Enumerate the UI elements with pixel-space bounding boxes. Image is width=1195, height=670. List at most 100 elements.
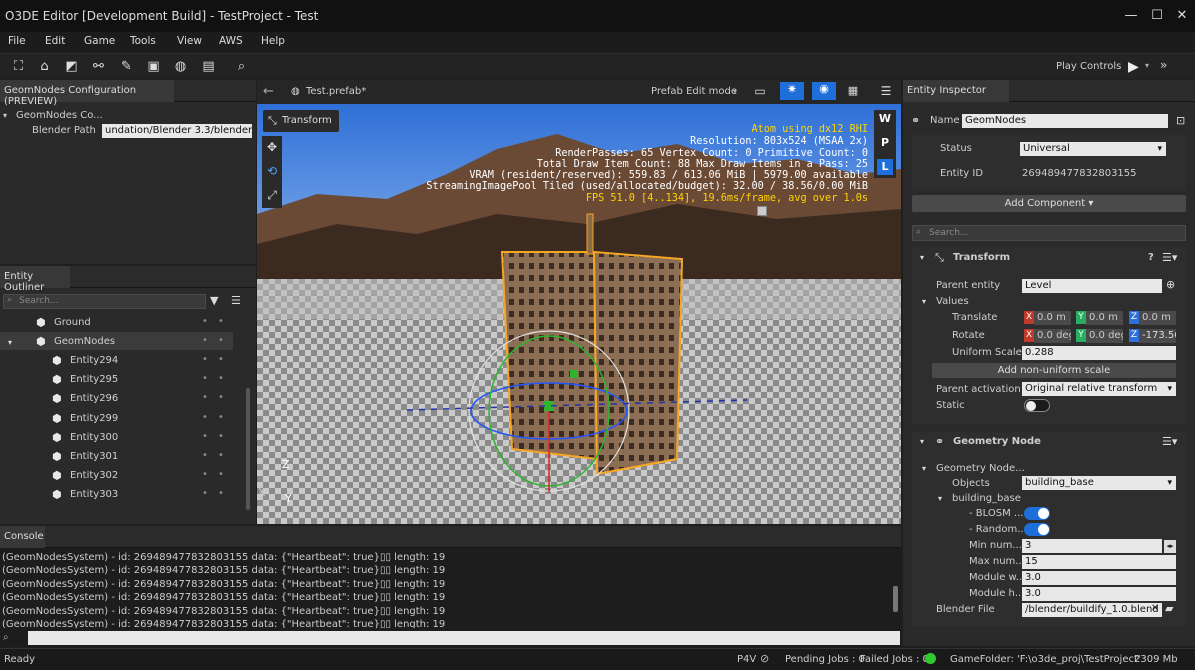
lock-dot-icon[interactable]: • [218,354,224,365]
menu-aws[interactable]: AWS [219,35,243,47]
objects-dropdown[interactable]: building_base [1022,476,1176,490]
back-arrow-icon[interactable]: ← [263,84,274,99]
help-icon[interactable]: ? [1148,252,1154,263]
outliner-menu-icon[interactable]: ☰ [231,294,241,307]
lock-dot-icon[interactable]: • [218,431,224,442]
menu-tools[interactable]: Tools [130,35,156,47]
lock-icon[interactable]: ⌂ [36,58,53,75]
visibility-dot-icon[interactable]: • [202,469,208,480]
menu-game[interactable]: Game [84,35,115,47]
visibility-dot-icon[interactable]: • [202,412,208,423]
translate-y-input[interactable]: 0.0 m [1086,311,1123,325]
rotate-y-input[interactable]: 0.0 deg [1086,329,1123,343]
lock-dot-icon[interactable]: • [218,373,224,384]
visibility-dot-icon[interactable]: • [202,392,208,403]
outliner-item-label[interactable]: Entity300 [70,432,118,443]
visibility-dot-icon[interactable]: • [202,431,208,442]
viewport-menu-icon[interactable]: ☰ [876,84,896,98]
blosm-toggle[interactable] [1024,507,1050,520]
menu-help[interactable]: Help [261,35,285,47]
camera-icon[interactable]: ▭ [750,84,770,98]
module-height-input[interactable]: 3.0 [1022,587,1176,601]
lock-dot-icon[interactable]: • [218,316,224,327]
blender-path-input[interactable]: undation/Blender 3.3/blender.exe [102,124,252,138]
visibility-dot-icon[interactable]: • [202,354,208,365]
visibility-dot-icon[interactable]: • [202,335,208,346]
outliner-item-label[interactable]: Entity294 [70,355,118,366]
visibility-dot-icon[interactable]: • [202,373,208,384]
world-space-button[interactable]: W [874,112,896,125]
component-menu-icon[interactable]: ☰▾ [1162,251,1177,264]
transform-mode-button[interactable]: ⤡ Transform [263,110,339,132]
console-command-input[interactable] [28,631,900,645]
filter-icon[interactable]: ▼ [210,294,218,307]
outliner-item-label[interactable]: Ground [54,317,91,328]
prefab-mode-dropdown[interactable]: Prefab Edit mode [651,86,737,97]
prefab-name[interactable]: Test.prefab* [306,86,366,97]
add-component-button[interactable]: Add Component ▾ [912,195,1186,212]
clear-icon[interactable]: ✕ [1151,603,1159,614]
component-search-input[interactable]: ⌕ Search... [912,225,1186,241]
layout-icon[interactable]: ▤ [200,58,217,75]
move-icon[interactable]: ⛶ [10,58,27,75]
overflow-icon[interactable]: » [1160,58,1167,72]
gear-icon[interactable]: ✷ [780,82,804,100]
lock-dot-icon[interactable]: • [218,335,224,346]
close-icon[interactable]: ✕ [1172,8,1192,23]
random-toggle[interactable] [1024,523,1050,536]
outliner-item-label[interactable]: Entity295 [70,374,118,385]
outliner-item-label[interactable]: Entity303 [70,489,118,500]
min-num-input[interactable]: 3 [1022,539,1162,553]
lock-dot-icon[interactable]: • [218,450,224,461]
outliner-search-input[interactable]: ⌕ Search... [3,294,206,309]
parent-entity-input[interactable]: Level [1022,279,1162,293]
console-scrollbar[interactable] [893,586,898,612]
entity-name-input[interactable]: GeomNodes [962,114,1168,128]
scale-gizmo-icon[interactable]: ⤢ [264,188,280,203]
parent-space-button[interactable]: P [874,136,896,149]
visibility-icon[interactable]: ◉ [812,82,836,100]
parent-activation-dropdown[interactable]: Original relative transform [1022,382,1176,396]
script-canvas-icon[interactable]: ⚯ [90,58,107,75]
folder-icon[interactable]: ▰ [1165,602,1173,615]
local-space-button[interactable]: L [877,159,893,175]
values-expand-icon[interactable]: ▾ [922,297,926,306]
layout-grid-icon[interactable]: ▦ [843,84,863,97]
collapse-icon[interactable]: ▾ [920,253,924,262]
rotate-x-input[interactable]: 0.0 deg [1034,329,1071,343]
animation-icon[interactable]: ✎ [118,58,135,75]
material-icon[interactable]: ◩ [63,58,80,75]
visibility-dot-icon[interactable]: • [202,316,208,327]
stepper-icon[interactable]: ◂▸ [1164,540,1176,553]
maximize-icon[interactable]: ☐ [1147,8,1167,23]
menu-edit[interactable]: Edit [45,35,65,47]
collapse-icon[interactable]: ▾ [920,437,924,446]
target-picker-icon[interactable]: ⊕ [1166,278,1175,291]
outliner-item-label[interactable]: Entity302 [70,470,118,481]
max-num-input[interactable]: 15 [1022,555,1176,569]
outliner-item-label[interactable]: Entity301 [70,451,118,462]
play-dropdown-icon[interactable]: ▾ [1145,61,1149,70]
minimize-icon[interactable]: — [1121,8,1141,23]
expand-icon[interactable]: ▾ [3,111,7,120]
play-icon[interactable]: ▶ [1128,59,1139,75]
tab-entity-inspector[interactable]: Entity Inspector [903,80,1009,102]
status-dropdown[interactable]: Universal [1020,142,1166,156]
visibility-dot-icon[interactable]: • [202,450,208,461]
geom-expand-icon[interactable]: ▾ [922,464,926,473]
outliner-item-label[interactable]: GeomNodes [54,336,115,347]
lock-dot-icon[interactable]: • [218,412,224,423]
p4v-status-icon[interactable]: ⊘ [760,652,769,665]
module-width-input[interactable]: 3.0 [1022,571,1176,585]
translate-z-input[interactable]: 0.0 m [1139,311,1176,325]
geomnodes-node[interactable]: GeomNodes Co... [16,110,103,121]
rotate-gizmo-icon[interactable]: ⟲ [264,164,280,178]
menu-view[interactable]: View [177,35,202,47]
outliner-item-label[interactable]: Entity296 [70,393,118,404]
component-menu-icon[interactable]: ☰▾ [1162,435,1177,448]
lock-dot-icon[interactable]: • [218,469,224,480]
lock-dot-icon[interactable]: • [218,488,224,499]
tab-geomnodes-config[interactable]: GeomNodes Configuration (PREVIEW) [0,80,174,107]
building-base-expand-icon[interactable]: ▾ [938,494,942,503]
rotate-z-input[interactable]: -173.56 [1139,329,1176,343]
